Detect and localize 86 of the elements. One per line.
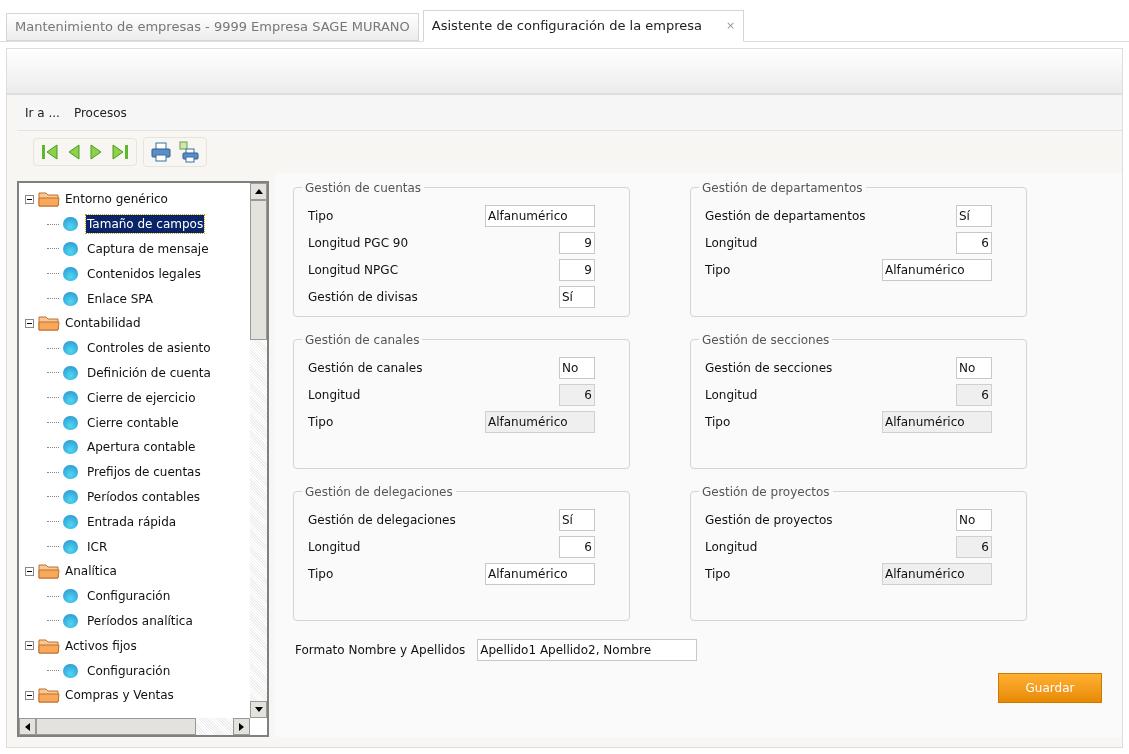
tab[interactable]: Mantenimiento de empresas - 9999 Empresa SAGE MURANO (6, 13, 419, 41)
field-label: Longitud NPGC (308, 261, 398, 279)
first-record-icon[interactable] (40, 142, 60, 162)
folder-icon (38, 636, 60, 655)
previous-record-icon[interactable] (66, 142, 82, 162)
field-label: Tipo (705, 413, 731, 431)
folder-icon (38, 190, 60, 209)
field-label: Tipo (308, 413, 334, 431)
field-label: Longitud (308, 386, 361, 404)
input-field[interactable]: 9 (559, 231, 595, 254)
field-label: Tipo (308, 207, 334, 225)
collapse-icon[interactable] (25, 318, 34, 328)
scroll-left-icon[interactable] (25, 722, 30, 731)
input-field[interactable]: Sí (559, 508, 595, 531)
field-label: Gestión de departamentos (705, 207, 866, 225)
input-field[interactable]: 6 (559, 535, 595, 558)
tree-item[interactable]: Cierre contable (86, 413, 180, 432)
folder-icon (38, 314, 60, 333)
group-title: Gestión de delegaciones (302, 483, 456, 501)
field-label: Tipo (308, 565, 334, 583)
tree-item[interactable]: ICR (86, 537, 109, 556)
group-title: Gestión de departamentos (699, 179, 866, 197)
tree-group-label[interactable]: Activos fijos (65, 636, 137, 655)
tab[interactable]: Asistente de configuración de la empresa × (422, 10, 745, 42)
input-field[interactable]: Sí (956, 204, 992, 227)
field-label: Gestión de delegaciones (308, 511, 456, 529)
input-field[interactable]: Alfanumérico (882, 258, 992, 281)
tree-item[interactable]: Períodos analítica (86, 611, 194, 630)
name-format-field[interactable]: Apellido1 Apellido2, Nombre (477, 639, 698, 661)
input-field[interactable]: No (956, 356, 992, 379)
collapse-icon[interactable] (25, 641, 34, 651)
input-field[interactable]: 9 (559, 258, 595, 281)
tree-item[interactable]: Configuración (86, 661, 172, 680)
field-label: Formato Nombre y Apellidos (295, 642, 466, 659)
tree-item[interactable]: Períodos contables (86, 487, 201, 506)
printer-icon[interactable] (150, 141, 172, 163)
field-label: Gestión de canales (308, 359, 423, 377)
scroll-up-icon[interactable] (254, 189, 263, 194)
last-record-icon[interactable] (110, 142, 130, 162)
input-field[interactable]: 6 (956, 231, 992, 254)
menu-item[interactable]: Procesos (73, 103, 127, 122)
field-label: Longitud (308, 538, 361, 556)
group-title: Gestión de proyectos (699, 483, 833, 501)
scrollbar-thumb[interactable] (36, 718, 196, 735)
input-field[interactable]: Sí (559, 285, 595, 308)
next-record-icon[interactable] (88, 142, 104, 162)
tree-item[interactable]: Enlace SPA (86, 289, 154, 308)
tree-item[interactable]: Entrada rápida (86, 512, 178, 531)
tree-group-label[interactable]: Compras y Ventas (65, 686, 174, 705)
tree-item[interactable]: Configuración (86, 587, 172, 606)
input-field[interactable]: No (559, 356, 595, 379)
scroll-down-icon[interactable] (254, 707, 263, 712)
input-field[interactable]: No (956, 508, 992, 531)
tree-group-label[interactable]: Contabilidad (65, 314, 141, 333)
input-field[interactable]: Alfanumérico (485, 562, 595, 585)
collapse-icon[interactable] (25, 690, 34, 700)
collapse-icon[interactable] (25, 566, 34, 576)
tree-group-label[interactable]: Analítica (65, 562, 117, 581)
field-label: Longitud PGC 90 (308, 234, 409, 252)
tree-item[interactable]: Definición de cuenta (86, 363, 212, 382)
tree-item[interactable]: Cierre de ejercicio (86, 388, 197, 407)
menu-item[interactable]: Ir a ... (25, 103, 60, 122)
tree-item[interactable]: Controles de asiento (86, 339, 212, 358)
printer-preview-icon[interactable] (178, 141, 200, 163)
folder-icon (38, 562, 60, 581)
tree-item[interactable]: Prefijos de cuentas (86, 463, 202, 482)
field-label: Longitud (705, 234, 758, 252)
field-label: Tipo (705, 565, 731, 583)
scroll-right-icon[interactable] (239, 722, 244, 731)
input-field[interactable]: Alfanumérico (485, 204, 595, 227)
field-label: Longitud (705, 386, 758, 404)
scrollbar-thumb[interactable] (250, 200, 267, 340)
field-label: Gestión de proyectos (705, 511, 833, 529)
field-label: Gestión de secciones (705, 359, 833, 377)
field-label: Tipo (705, 261, 731, 279)
tree-item[interactable]: Tamaño de campos (86, 215, 205, 234)
field-label: Longitud (705, 538, 758, 556)
vertical-scrollbar[interactable] (250, 183, 267, 718)
tree-item[interactable]: Apertura contable (86, 438, 197, 457)
folder-icon (38, 686, 60, 705)
tree-item[interactable]: Captura de mensaje (86, 240, 210, 258)
tree-group-label[interactable]: Entorno genérico (65, 190, 168, 209)
field-label: Gestión de divisas (308, 288, 418, 306)
collapse-icon[interactable] (25, 194, 34, 204)
horizontal-scrollbar[interactable] (19, 718, 250, 735)
tree-item[interactable]: Contenidos legales (86, 264, 203, 283)
